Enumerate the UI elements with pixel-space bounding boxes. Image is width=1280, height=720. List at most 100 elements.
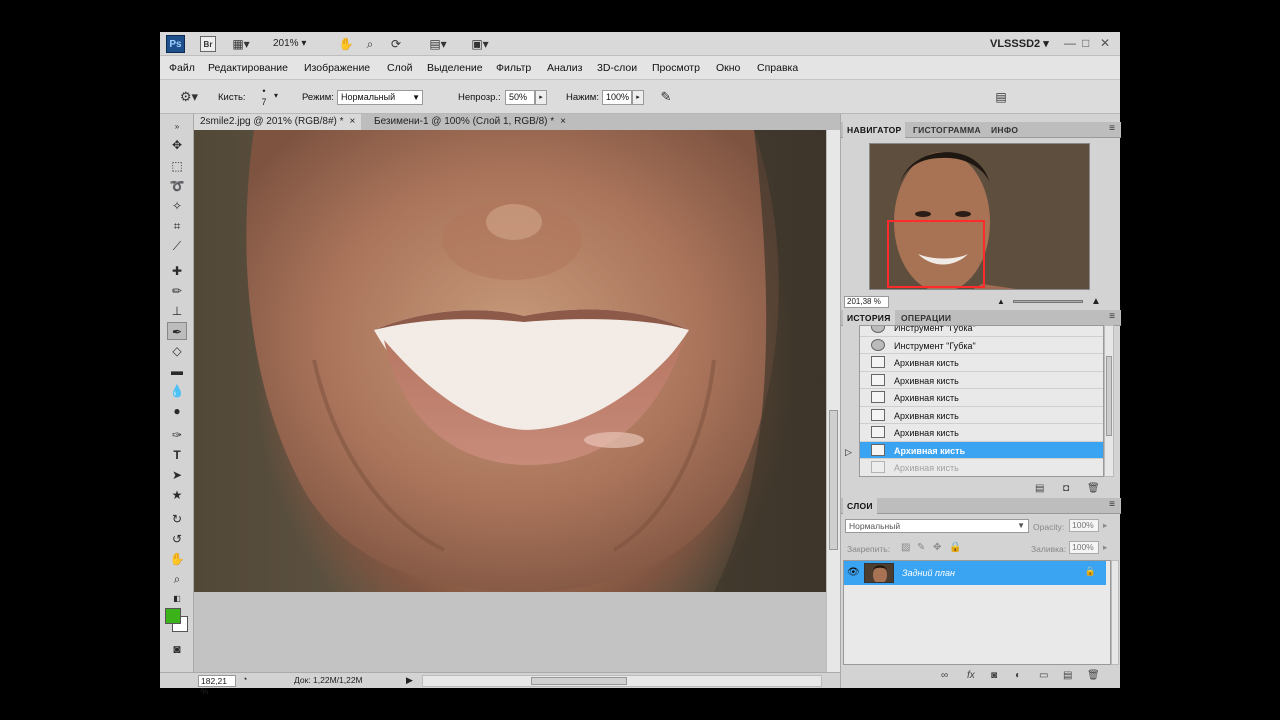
history-item-selected[interactable]: Архивная кисть — [860, 441, 1103, 459]
canvas-horizontal-scrollbar[interactable] — [422, 675, 822, 687]
mode-select[interactable]: Нормальный ▼ — [337, 90, 423, 105]
tool-preset-picker-icon[interactable]: ⚙▾ — [176, 89, 202, 105]
blend-mode-select[interactable]: Нормальный ▼ — [845, 519, 1029, 533]
tab-histogram[interactable]: ГИСТОГРАММА — [909, 122, 985, 138]
arrange-documents-icon[interactable]: ▤▾ — [426, 36, 450, 52]
default-colors-icon[interactable]: ◧ — [167, 590, 187, 608]
delete-state-icon[interactable]: 🗑 — [1087, 483, 1100, 494]
menu-filter[interactable]: Фильтр — [496, 62, 531, 74]
blur-tool-icon[interactable]: 💧 — [167, 382, 187, 400]
navigator-zoom-slider[interactable] — [1013, 300, 1083, 303]
close-button[interactable]: ✕ — [1100, 36, 1110, 50]
zoom-out-icon[interactable]: ▲ — [997, 297, 1005, 306]
menu-image[interactable]: Изображение — [304, 62, 370, 74]
menu-select[interactable]: Выделение — [427, 62, 483, 74]
workspace-switcher[interactable]: VLSSSD2 ▾ — [990, 37, 1049, 50]
layer-row-background[interactable]: 👁 Задний план 🔒 — [844, 561, 1106, 585]
history-item[interactable]: Архивная кисть — [860, 354, 1103, 372]
panel-menu-icon[interactable]: ≡ — [1109, 311, 1115, 322]
history-item[interactable]: Архивная кисть — [860, 389, 1103, 407]
layer-opacity-input[interactable]: 100% — [1069, 519, 1099, 532]
lasso-tool-icon[interactable]: ➰ — [167, 177, 187, 195]
menu-layer[interactable]: Слой — [387, 62, 413, 74]
opacity-slider-icon[interactable]: ▸ — [1103, 520, 1107, 531]
menu-3d[interactable]: 3D-слои — [597, 62, 637, 74]
close-tab-icon[interactable]: × — [560, 116, 566, 127]
healing-brush-tool-icon[interactable]: ✚ — [167, 262, 187, 280]
tab-navigator[interactable]: НАВИГАТОР — [843, 122, 906, 138]
layer-style-icon[interactable]: fx — [967, 670, 975, 681]
brush-preset-picker[interactable]: • 7 — [258, 86, 270, 108]
panel-menu-icon[interactable]: ≡ — [1109, 499, 1115, 510]
lock-position-icon[interactable]: ✥ — [933, 542, 941, 553]
tab-info[interactable]: ИНФО — [987, 122, 1022, 138]
add-mask-icon[interactable]: ◙ — [991, 670, 997, 681]
eyedropper-tool-icon[interactable]: ⟋ — [167, 237, 187, 255]
bridge-button[interactable]: Br — [200, 36, 216, 52]
flow-input[interactable]: 100% — [602, 90, 632, 105]
status-menu-arrow-icon[interactable]: ▶ — [406, 675, 413, 686]
opacity-input[interactable]: 50% — [505, 90, 535, 105]
magic-wand-tool-icon[interactable]: ✧ — [167, 197, 187, 215]
menu-edit[interactable]: Редактирование — [208, 62, 288, 74]
menu-file[interactable]: Файл — [169, 62, 195, 74]
navigator-zoom-input[interactable]: 201,38 % — [844, 296, 889, 308]
marquee-tool-icon[interactable]: ⬚ — [167, 157, 187, 175]
lock-transparent-icon[interactable]: ▨ — [901, 542, 910, 553]
canvas-area[interactable] — [194, 130, 826, 672]
hand-tool-icon[interactable]: ✋ — [167, 550, 187, 568]
airbrush-icon[interactable]: ✎ — [656, 89, 676, 105]
zoom-tool-icon[interactable]: ⌕ — [362, 36, 378, 52]
menu-help[interactable]: Справка — [757, 62, 798, 74]
opacity-slider-button[interactable]: ▸ — [535, 90, 547, 105]
tab-untitled-1[interactable]: Безимени-1 @ 100% (Слой 1, RGB/8) * × — [368, 114, 572, 130]
navigator-view-box[interactable] — [887, 220, 985, 288]
tab-history[interactable]: ИСТОРИЯ — [843, 310, 895, 326]
foreground-color-swatch[interactable] — [165, 608, 181, 624]
lock-pixels-icon[interactable]: ✎ — [917, 542, 925, 553]
3d-orbit-tool-icon[interactable]: ↺ — [167, 530, 187, 548]
collapse-tools-icon[interactable]: » — [167, 118, 187, 136]
type-tool-icon[interactable]: T — [167, 446, 187, 464]
scroll-thumb[interactable] — [829, 410, 838, 550]
link-layers-icon[interactable]: ∞ — [941, 670, 948, 681]
history-item[interactable]: Архивная кисть — [860, 407, 1103, 424]
visibility-eye-icon[interactable]: 👁 — [847, 567, 860, 578]
tab-actions[interactable]: ОПЕРАЦИИ — [897, 310, 955, 326]
pen-tool-icon[interactable]: ✑ — [167, 426, 187, 444]
brush-tool-icon[interactable]: ✏ — [167, 282, 187, 300]
shape-tool-icon[interactable]: ★ — [167, 486, 187, 504]
3d-rotate-tool-icon[interactable]: ↻ — [167, 510, 187, 528]
move-tool-icon[interactable]: ✥ — [167, 136, 187, 154]
scroll-thumb[interactable] — [1106, 356, 1112, 436]
status-info-icon[interactable]: ◔ — [242, 674, 247, 684]
zoom-tool-icon[interactable]: ⌕ — [167, 570, 187, 588]
document-image[interactable] — [194, 130, 826, 592]
adjustment-layer-icon[interactable]: ◐ — [1015, 670, 1021, 681]
clone-stamp-tool-icon[interactable]: ⊥ — [167, 302, 187, 320]
menu-analysis[interactable]: Анализ — [547, 62, 582, 74]
new-snapshot-icon[interactable]: ◘ — [1063, 483, 1069, 494]
history-item-undone[interactable]: Архивная кисть — [860, 459, 1103, 476]
rotate-view-icon[interactable]: ⟳ — [388, 36, 404, 52]
new-document-from-state-icon[interactable]: ▤ — [1035, 483, 1044, 494]
new-group-icon[interactable]: ▭ — [1039, 670, 1048, 681]
eraser-tool-icon[interactable]: ◇ — [167, 342, 187, 360]
navigator-preview[interactable] — [869, 143, 1090, 290]
fill-slider-icon[interactable]: ▸ — [1103, 542, 1107, 553]
history-item[interactable]: Инструмент "Губка" — [860, 337, 1103, 354]
layers-scrollbar[interactable] — [1111, 560, 1119, 665]
lock-all-icon[interactable]: 🔒 — [949, 542, 961, 553]
brush-picker-arrow-icon[interactable]: ▾ — [274, 91, 278, 100]
status-zoom-input[interactable]: 182,21 % — [198, 675, 236, 696]
layer-fill-input[interactable]: 100% — [1069, 541, 1099, 554]
tab-2smile2[interactable]: 2smile2.jpg @ 201% (RGB/8#) * × — [194, 114, 362, 130]
history-item[interactable]: Архивная кисть — [860, 424, 1103, 442]
maximize-button[interactable]: □ — [1082, 36, 1089, 50]
close-tab-icon[interactable]: × — [350, 116, 356, 127]
extras-menu-icon[interactable]: ▦▾ — [230, 36, 252, 52]
quick-mask-icon[interactable]: ◙ — [167, 640, 187, 658]
scroll-thumb[interactable] — [531, 677, 627, 685]
minimize-button[interactable]: — — [1064, 36, 1076, 50]
menu-window[interactable]: Окно — [716, 62, 740, 74]
